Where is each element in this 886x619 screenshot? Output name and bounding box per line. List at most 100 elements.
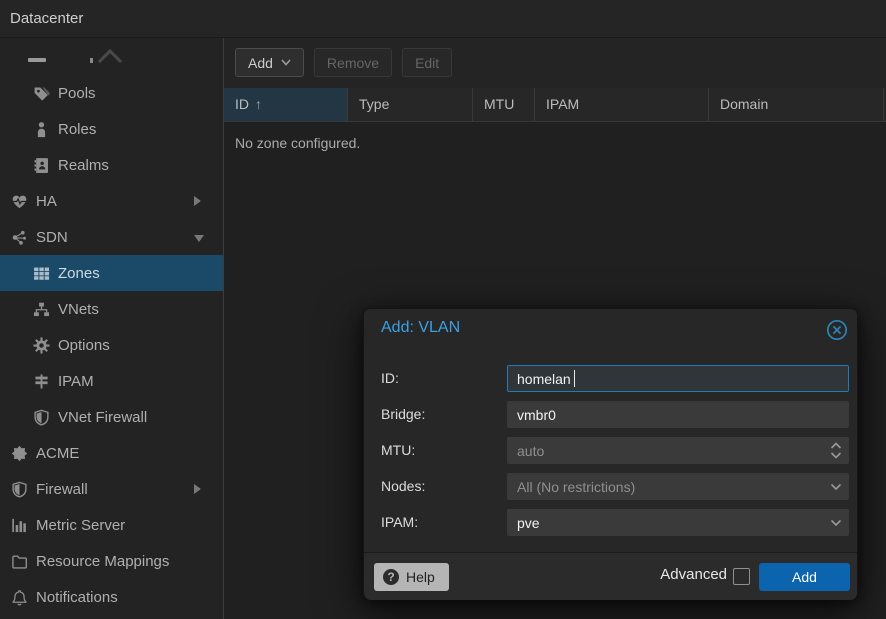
help-button[interactable]: ? Help [374, 563, 449, 591]
sidebar-item-ha[interactable]: HA [0, 183, 223, 219]
zones-toolbar: Add Remove Edit [224, 38, 886, 88]
add-vlan-dialog: Add: VLAN ID: Bridge: MTU: Node [363, 308, 858, 600]
bridge-label: Bridge: [381, 401, 425, 428]
sidebar-item-label: Roles [58, 121, 96, 138]
ipam-select[interactable] [507, 509, 849, 536]
sidebar-item-label: Realms [58, 157, 109, 174]
column-label: Type [359, 96, 389, 112]
dot-icon [90, 58, 93, 63]
edit-button-label: Edit [415, 55, 439, 71]
sidebar-item-partial[interactable] [0, 38, 223, 75]
sidebar-item-label: Resource Mappings [36, 553, 169, 570]
add-button[interactable]: Add [235, 48, 304, 77]
nodes-select[interactable] [507, 473, 849, 500]
sidebar-item-label: IPAM [58, 373, 94, 390]
column-header-ipam[interactable]: IPAM [535, 88, 709, 121]
sidebar-item-roles[interactable]: Roles [0, 111, 223, 147]
column-header-domain[interactable]: Domain [709, 88, 884, 121]
edit-button[interactable]: Edit [402, 48, 452, 77]
sidebar-item-label: Zones [58, 265, 100, 282]
id-form-row: ID: [364, 365, 857, 392]
sidebar-item-label: ACME [36, 445, 79, 462]
dialog-footer: ? Help Advanced Add [364, 552, 857, 600]
sidebar-item-label: Pools [58, 85, 96, 102]
bar-chart-icon [10, 517, 28, 534]
sidebar-item-zones[interactable]: Zones [0, 255, 223, 291]
chevron-right-icon[interactable] [194, 196, 201, 206]
sidebar-item-label: Firewall [36, 481, 88, 498]
sidebar-item-label: Options [58, 337, 110, 354]
text-cursor [574, 370, 575, 387]
sidebar-item-resource-mappings[interactable]: Resource Mappings [0, 543, 223, 579]
sidebar-item-notifications[interactable]: Notifications [0, 579, 223, 615]
mtu-form-row: MTU: [364, 437, 857, 464]
dialog-add-button[interactable]: Add [759, 563, 850, 591]
remove-button-label: Remove [327, 55, 379, 71]
chevron-up-icon [97, 47, 123, 64]
add-button-label: Add [248, 55, 273, 71]
column-header-type[interactable]: Type [348, 88, 473, 121]
sidebar-item-label: VNets [58, 301, 99, 318]
dialog-title: Add: VLAN [381, 319, 460, 337]
close-icon[interactable] [826, 319, 848, 341]
sidebar-tree: Pools Roles Realms HA [0, 38, 224, 619]
tags-icon [32, 85, 50, 102]
folder-icon [10, 553, 28, 570]
ipam-label: IPAM: [381, 509, 418, 536]
zone-id-input[interactable] [507, 365, 849, 392]
chevron-down-icon [281, 59, 291, 66]
sort-asc-icon: ↑ [255, 96, 262, 112]
user-icon [32, 121, 50, 138]
sitemap-icon [32, 301, 50, 318]
sidebar-item-metric-server[interactable]: Metric Server [0, 507, 223, 543]
column-header-mtu[interactable]: MTU [473, 88, 535, 121]
column-header-id[interactable]: ID ↑ [224, 88, 348, 121]
bridge-form-row: Bridge: [364, 401, 857, 428]
sidebar-item-label: SDN [36, 229, 68, 246]
sidebar-item-ipam[interactable]: IPAM [0, 363, 223, 399]
certificate-icon [10, 445, 28, 462]
dropdown-chevron-icon[interactable] [830, 483, 842, 491]
ipam-form-row: IPAM: [364, 509, 857, 536]
bridge-input[interactable] [507, 401, 849, 428]
sidebar-item-pools[interactable]: Pools [0, 75, 223, 111]
sidebar-item-label: Metric Server [36, 517, 125, 534]
page-title: Datacenter [10, 0, 83, 38]
gear-icon [32, 337, 50, 354]
sidebar-item-label: HA [36, 193, 57, 210]
heartbeat-icon [10, 193, 28, 210]
chevron-down-icon[interactable] [194, 235, 204, 242]
bell-icon [10, 589, 28, 606]
question-icon: ? [383, 569, 399, 585]
mtu-label: MTU: [381, 437, 415, 464]
column-label: MTU [484, 96, 514, 112]
signpost-icon [32, 373, 50, 390]
dialog-add-button-label: Add [792, 569, 817, 585]
empty-table-message: No zone configured. [224, 122, 886, 151]
top-bar: Datacenter [0, 0, 886, 38]
dropdown-chevron-icon[interactable] [830, 519, 842, 527]
advanced-label: Advanced [660, 566, 727, 583]
sidebar-item-vnet-firewall[interactable]: VNet Firewall [0, 399, 223, 435]
column-label: ID [235, 96, 249, 112]
dash-icon [28, 58, 46, 62]
column-label: IPAM [546, 96, 579, 112]
advanced-checkbox[interactable] [733, 568, 750, 585]
sidebar-item-acme[interactable]: ACME [0, 435, 223, 471]
spinner-up-down-icon[interactable] [830, 440, 842, 461]
sidebar-item-label: Notifications [36, 589, 118, 606]
chevron-right-icon[interactable] [194, 484, 201, 494]
shield-icon [10, 481, 28, 498]
sidebar-item-realms[interactable]: Realms [0, 147, 223, 183]
network-icon [10, 229, 28, 246]
nodes-label: Nodes: [381, 473, 425, 500]
sidebar-item-options[interactable]: Options [0, 327, 223, 363]
mtu-input[interactable] [507, 437, 849, 464]
zones-table-header: ID ↑ Type MTU IPAM Domain [224, 88, 886, 122]
column-label: Domain [720, 96, 768, 112]
sidebar-item-firewall[interactable]: Firewall [0, 471, 223, 507]
sidebar-item-sdn[interactable]: SDN [0, 219, 223, 255]
sidebar-item-vnets[interactable]: VNets [0, 291, 223, 327]
address-book-icon [32, 157, 50, 174]
remove-button[interactable]: Remove [314, 48, 392, 77]
